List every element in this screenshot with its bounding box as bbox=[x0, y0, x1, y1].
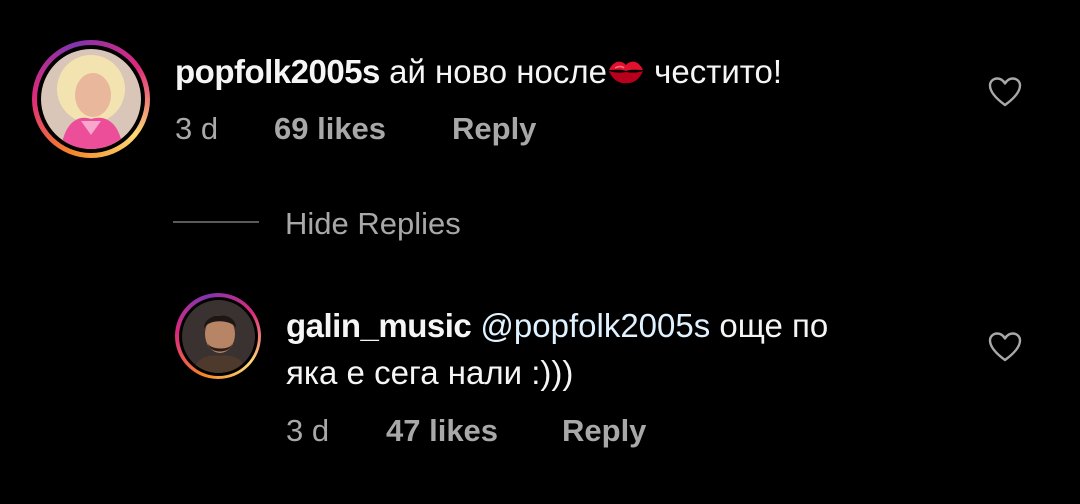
reply-button[interactable]: Reply bbox=[452, 111, 536, 147]
reply-reply-button[interactable]: Reply bbox=[562, 413, 646, 449]
comment-text: popfolk2005s ай ново носле честито! bbox=[175, 52, 782, 92]
like-heart-icon[interactable] bbox=[988, 76, 1022, 108]
reply-body-line1: още по bbox=[719, 307, 829, 344]
avatar-galin-music[interactable] bbox=[175, 293, 261, 379]
comment-likes[interactable]: 69 likes bbox=[274, 111, 386, 147]
reply-time: 3 d bbox=[286, 413, 330, 448]
avatar-popfolk2005s[interactable] bbox=[32, 40, 150, 158]
comment-body: ай ново носле bbox=[389, 53, 607, 90]
reply-username[interactable]: galin_music bbox=[286, 307, 472, 344]
reply-text-line2: яка е сега нали :))) bbox=[286, 353, 573, 393]
comment-username[interactable]: popfolk2005s bbox=[175, 53, 380, 90]
kiss-mark-icon bbox=[607, 54, 645, 84]
avatar-image bbox=[41, 49, 141, 149]
hide-replies-button[interactable]: Hide Replies bbox=[285, 206, 461, 242]
comment-time: 3 d bbox=[175, 111, 219, 146]
reply-body-line2: яка е сега нали :))) bbox=[286, 354, 574, 391]
reply-likes[interactable]: 47 likes bbox=[386, 413, 498, 449]
reply-mention[interactable]: @popfolk2005s bbox=[480, 307, 710, 344]
comment-body-end: честито! bbox=[645, 53, 783, 90]
like-heart-icon[interactable] bbox=[988, 331, 1022, 363]
avatar-image bbox=[181, 299, 255, 373]
reply-text-line1: galin_music @popfolk2005s още по bbox=[286, 306, 828, 346]
replies-divider bbox=[173, 221, 259, 223]
